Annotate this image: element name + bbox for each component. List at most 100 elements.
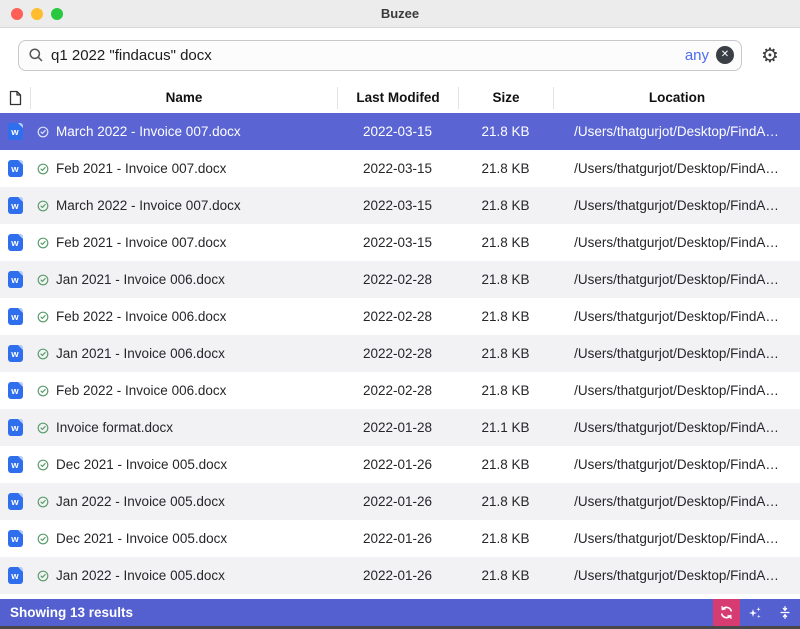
file-location: /Users/thatgurjot/Desktop/FindA…	[553, 198, 800, 213]
search-icon	[28, 47, 44, 63]
file-location: /Users/thatgurjot/Desktop/FindA…	[553, 568, 800, 583]
table-row[interactable]: w Dec 2021 - Invoice 005.docx 2022-01-26…	[0, 520, 800, 557]
file-name: Dec 2021 - Invoice 005.docx	[56, 457, 227, 472]
file-location: /Users/thatgurjot/Desktop/FindA…	[553, 420, 800, 435]
app-window: Buzee any ✕ ⚙ Name	[0, 0, 800, 629]
table-row[interactable]: w Feb 2022 - Invoice 006.docx 2022-02-28…	[0, 372, 800, 409]
file-size: 21.8 KB	[458, 235, 553, 250]
file-size: 21.8 KB	[458, 457, 553, 472]
check-circle-icon	[37, 126, 49, 138]
check-circle-icon	[37, 496, 49, 508]
size-column-header[interactable]: Size	[458, 87, 553, 109]
word-file-icon: w	[8, 234, 23, 251]
results-table: Name Last Modifed Size Location w March …	[0, 82, 800, 599]
file-location: /Users/thatgurjot/Desktop/FindA…	[553, 161, 800, 176]
file-size: 21.8 KB	[458, 383, 553, 398]
check-circle-icon	[37, 533, 49, 545]
file-date: 2022-02-28	[337, 383, 458, 398]
word-file-icon: w	[8, 160, 23, 177]
word-file-icon: w	[8, 567, 23, 584]
table-row[interactable]: w Dec 2021 - Invoice 005.docx 2022-01-26…	[0, 446, 800, 483]
table-row[interactable]: w Feb 2022 - Invoice 006.docx 2022-02-28…	[0, 298, 800, 335]
titlebar: Buzee	[0, 0, 800, 28]
file-location: /Users/thatgurjot/Desktop/FindA…	[553, 235, 800, 250]
status-bar: Showing 13 results	[0, 599, 800, 626]
file-name: March 2022 - Invoice 007.docx	[56, 198, 241, 213]
refresh-button[interactable]	[713, 599, 740, 626]
check-circle-icon	[37, 422, 49, 434]
table-row[interactable]: w Jan 2021 - Invoice 006.docx 2022-02-28…	[0, 261, 800, 298]
word-file-icon: w	[8, 493, 23, 510]
collapse-panel-button[interactable]	[770, 599, 800, 626]
zoom-window-button[interactable]	[51, 8, 63, 20]
word-file-icon: w	[8, 308, 23, 325]
file-size: 21.8 KB	[458, 531, 553, 546]
file-date: 2022-02-28	[337, 309, 458, 324]
file-name: Invoice format.docx	[56, 420, 173, 435]
table-row[interactable]: w Jan 2022 - Invoice 005.docx 2022-01-26…	[0, 557, 800, 594]
gear-icon: ⚙	[761, 43, 779, 67]
search-bar: any ✕ ⚙	[0, 28, 800, 82]
table-row[interactable]: w Invoice format.docx 2022-01-28 21.1 KB…	[0, 409, 800, 446]
file-name: Feb 2022 - Invoice 006.docx	[56, 383, 226, 398]
file-size: 21.8 KB	[458, 346, 553, 361]
table-body: w March 2022 - Invoice 007.docx 2022-03-…	[0, 113, 800, 594]
check-circle-icon	[37, 311, 49, 323]
table-header: Name Last Modifed Size Location	[0, 82, 800, 113]
file-size: 21.8 KB	[458, 272, 553, 287]
check-circle-icon	[37, 385, 49, 397]
table-row[interactable]: w Jan 2022 - Invoice 005.docx 2022-01-26…	[0, 483, 800, 520]
clear-search-button[interactable]: ✕	[716, 46, 734, 64]
file-name: Feb 2021 - Invoice 007.docx	[56, 235, 226, 250]
file-date: 2022-01-28	[337, 420, 458, 435]
file-size: 21.1 KB	[458, 420, 553, 435]
word-file-icon: w	[8, 271, 23, 288]
name-column-header[interactable]: Name	[30, 87, 337, 109]
file-date: 2022-03-15	[337, 161, 458, 176]
results-count-status: Showing 13 results	[10, 605, 133, 620]
word-file-icon: w	[8, 123, 23, 140]
traffic-lights	[11, 0, 63, 27]
search-field[interactable]: any ✕	[18, 40, 742, 71]
word-file-icon: w	[8, 345, 23, 362]
ai-assist-button[interactable]	[740, 599, 770, 626]
table-row[interactable]: w Jan 2021 - Invoice 006.docx 2022-02-28…	[0, 335, 800, 372]
word-file-icon: w	[8, 419, 23, 436]
word-file-icon: w	[8, 530, 23, 547]
word-file-icon: w	[8, 382, 23, 399]
table-row[interactable]: w March 2022 - Invoice 007.docx 2022-03-…	[0, 113, 800, 150]
file-name: Jan 2021 - Invoice 006.docx	[56, 272, 225, 287]
settings-button[interactable]: ⚙	[757, 42, 783, 68]
check-circle-icon	[37, 237, 49, 249]
file-size: 21.8 KB	[458, 568, 553, 583]
file-size: 21.8 KB	[458, 494, 553, 509]
file-date: 2022-02-28	[337, 272, 458, 287]
file-location: /Users/thatgurjot/Desktop/FindA…	[553, 383, 800, 398]
file-name: Feb 2021 - Invoice 007.docx	[56, 161, 226, 176]
search-type-filter[interactable]: any	[685, 47, 709, 64]
file-name: Dec 2021 - Invoice 005.docx	[56, 531, 227, 546]
file-name: Jan 2022 - Invoice 005.docx	[56, 494, 225, 509]
file-name: Feb 2022 - Invoice 006.docx	[56, 309, 226, 324]
refresh-icon	[719, 605, 734, 620]
file-date: 2022-01-26	[337, 457, 458, 472]
close-window-button[interactable]	[11, 8, 23, 20]
file-size: 21.8 KB	[458, 161, 553, 176]
file-location: /Users/thatgurjot/Desktop/FindA…	[553, 494, 800, 509]
window-title: Buzee	[381, 6, 419, 21]
file-type-column-header[interactable]	[0, 87, 30, 109]
file-date: 2022-03-15	[337, 124, 458, 139]
check-circle-icon	[37, 570, 49, 582]
file-name: Jan 2021 - Invoice 006.docx	[56, 346, 225, 361]
minimize-window-button[interactable]	[31, 8, 43, 20]
search-input[interactable]	[51, 47, 678, 64]
location-column-header[interactable]: Location	[553, 87, 800, 109]
check-circle-icon	[37, 200, 49, 212]
table-row[interactable]: w March 2022 - Invoice 007.docx 2022-03-…	[0, 187, 800, 224]
file-date: 2022-01-26	[337, 568, 458, 583]
table-row[interactable]: w Feb 2021 - Invoice 007.docx 2022-03-15…	[0, 150, 800, 187]
file-name: Jan 2022 - Invoice 005.docx	[56, 568, 225, 583]
last-modified-column-header[interactable]: Last Modifed	[337, 87, 458, 109]
file-date: 2022-03-15	[337, 235, 458, 250]
table-row[interactable]: w Feb 2021 - Invoice 007.docx 2022-03-15…	[0, 224, 800, 261]
